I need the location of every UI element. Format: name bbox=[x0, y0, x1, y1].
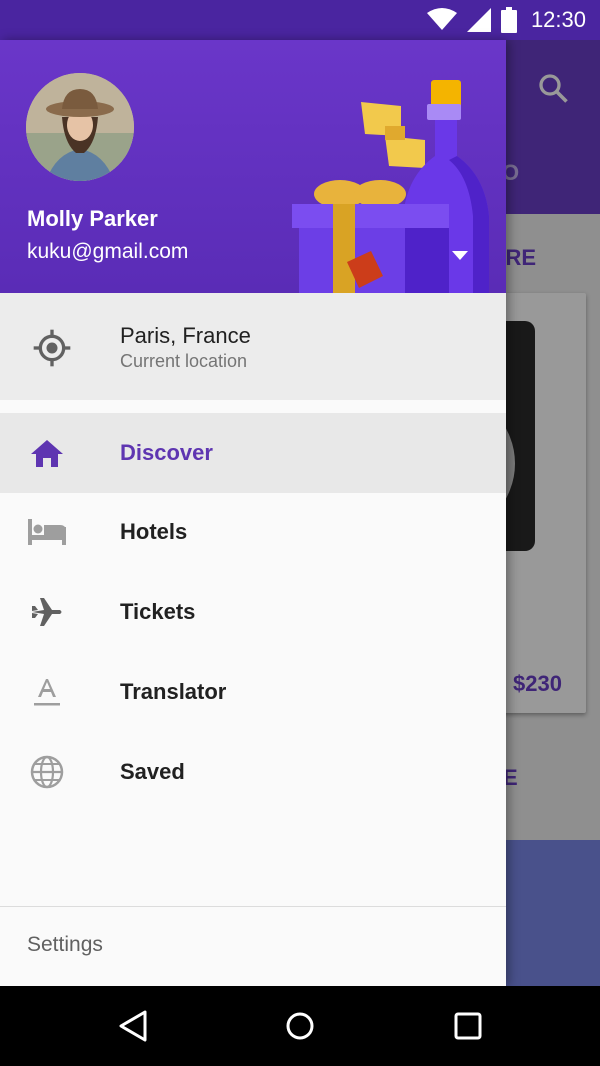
home-button[interactable] bbox=[282, 1008, 318, 1044]
nav-item-label: Saved bbox=[120, 759, 185, 784]
nav-item-label: Tickets bbox=[120, 599, 196, 624]
cell-signal-icon bbox=[466, 8, 491, 32]
nav-item-hotels[interactable]: Hotels bbox=[0, 492, 506, 572]
nav-item-translator[interactable]: Translator bbox=[0, 652, 506, 732]
system-navigation-bar bbox=[0, 986, 600, 1066]
avatar[interactable] bbox=[26, 73, 134, 181]
nav-item-label: Discover bbox=[120, 440, 213, 465]
home-circle-icon bbox=[286, 1012, 314, 1040]
back-icon bbox=[119, 1010, 147, 1042]
translate-icon bbox=[27, 674, 67, 710]
hotel-bed-icon bbox=[27, 514, 67, 550]
user-email: kuku@gmail.com bbox=[27, 240, 189, 263]
profile-photo bbox=[26, 73, 134, 181]
settings-item[interactable]: Settings bbox=[27, 933, 103, 957]
nav-item-discover[interactable]: Discover bbox=[0, 413, 506, 493]
user-name: Molly Parker bbox=[27, 206, 158, 231]
status-bar: 12:30 bbox=[0, 0, 600, 40]
nav-item-tickets[interactable]: Tickets bbox=[0, 572, 506, 652]
location-title: Paris, France bbox=[120, 323, 251, 348]
navigation-drawer: Molly Parker kuku@gmail.com Paris, Franc… bbox=[0, 40, 506, 986]
drawer-header: Molly Parker kuku@gmail.com bbox=[0, 40, 506, 293]
globe-icon bbox=[27, 754, 67, 790]
airplane-icon bbox=[27, 594, 67, 630]
nav-item-saved[interactable]: Saved bbox=[0, 732, 506, 812]
recents-square-icon bbox=[454, 1012, 482, 1040]
wifi-icon bbox=[426, 8, 457, 30]
status-time: 12:30 bbox=[530, 7, 586, 32]
location-subtitle: Current location bbox=[120, 351, 248, 371]
nav-item-label: Translator bbox=[120, 679, 227, 704]
battery-icon bbox=[500, 7, 517, 33]
back-button[interactable] bbox=[115, 1008, 151, 1044]
nav-item-label: Hotels bbox=[120, 519, 188, 544]
recents-button[interactable] bbox=[450, 1008, 486, 1044]
current-location-row[interactable]: Paris, France Current location bbox=[0, 293, 506, 400]
drawer-divider bbox=[0, 906, 506, 907]
account-dropdown-button[interactable] bbox=[444, 241, 476, 271]
my-location-icon bbox=[33, 329, 71, 367]
home-icon bbox=[27, 435, 67, 471]
arrow-drop-down-icon bbox=[452, 251, 468, 260]
